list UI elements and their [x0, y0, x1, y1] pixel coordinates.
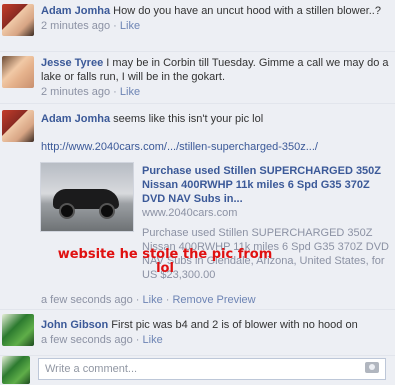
avatar[interactable] — [2, 110, 34, 142]
comment-author[interactable]: John Gibson — [41, 319, 108, 331]
avatar[interactable] — [2, 56, 34, 88]
avatar[interactable] — [2, 314, 34, 346]
comment-text: First pic was b4 and 2 is of blower with… — [111, 319, 358, 331]
comment-timestamp[interactable]: 2 minutes ago — [41, 86, 110, 98]
link-preview-site: www.2040cars.com — [142, 207, 238, 219]
comment-author[interactable]: Jesse Tyree — [41, 57, 103, 69]
comment-composer: Write a comment... — [0, 356, 395, 385]
like-link[interactable]: Like — [143, 334, 163, 346]
comment-item: John Gibson First pic was b4 and 2 is of… — [0, 310, 395, 356]
avatar — [2, 356, 30, 384]
shared-link-url[interactable]: http://www.2040cars.com/.../stillen-supe… — [41, 141, 318, 153]
comment-timestamp[interactable]: a few seconds ago — [41, 294, 133, 306]
comment-text: seems like this isn't your pic lol — [113, 113, 264, 125]
link-preview-title[interactable]: Purchase used Stillen SUPERCHARGED 350Z … — [142, 164, 392, 206]
avatar[interactable] — [2, 4, 34, 36]
wheel-icon — [99, 203, 115, 219]
comment-item: Jesse Tyree I may be in Corbin till Tues… — [0, 52, 395, 104]
comment-input-placeholder: Write a comment... — [45, 363, 138, 375]
overlay-annotation: website he stole the pic from lol — [57, 247, 273, 276]
camera-icon[interactable] — [365, 362, 379, 373]
comment-author[interactable]: Adam Jomha — [41, 113, 110, 125]
wheel-icon — [59, 203, 75, 219]
comment-feed: Adam Jomha How do you have an uncut hood… — [0, 0, 395, 385]
comment-item: Adam Jomha How do you have an uncut hood… — [0, 0, 395, 52]
link-preview-thumbnail[interactable] — [40, 162, 134, 232]
like-link[interactable]: Like — [120, 86, 140, 98]
like-link[interactable]: Like — [120, 20, 140, 32]
comment-text: How do you have an uncut hood with a sti… — [113, 5, 381, 17]
comment-input[interactable]: Write a comment... — [38, 358, 386, 380]
like-link[interactable]: Like — [143, 294, 163, 306]
comment-author[interactable]: Adam Jomha — [41, 5, 110, 17]
comment-timestamp[interactable]: a few seconds ago — [41, 334, 133, 346]
remove-preview-link[interactable]: Remove Preview — [172, 294, 255, 306]
comment-timestamp[interactable]: 2 minutes ago — [41, 20, 110, 32]
